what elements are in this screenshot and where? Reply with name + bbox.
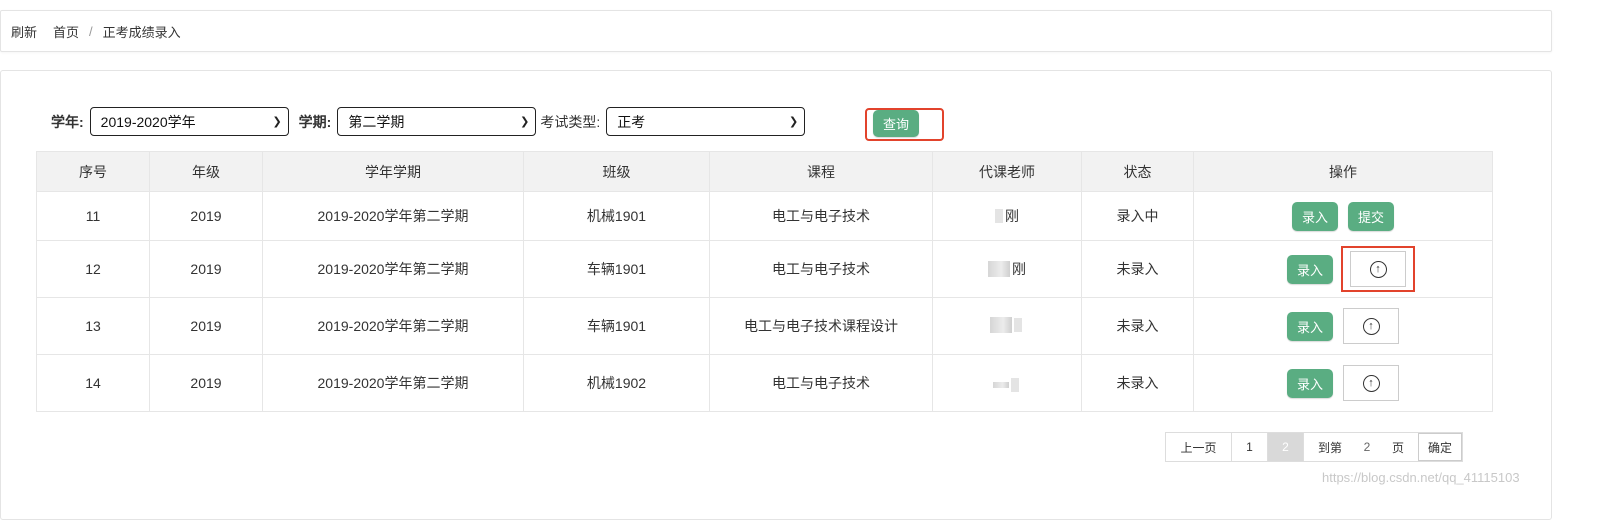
term-label: 学期: xyxy=(298,113,332,130)
term-select[interactable]: 第二学期 ❯ xyxy=(337,107,537,136)
cell-status: 未录入 xyxy=(1081,297,1194,355)
cell-actions: 录入 ↑ xyxy=(1193,240,1493,298)
upload-button[interactable]: ↑ xyxy=(1343,365,1399,401)
year-label: 学年: xyxy=(51,113,84,130)
chevron-down-icon: ❯ xyxy=(520,116,530,128)
upload-button[interactable]: ↑ xyxy=(1343,308,1399,344)
column-header: 课程 xyxy=(709,151,933,192)
breadcrumb-home[interactable]: 首页 xyxy=(53,22,79,41)
goto-page-input[interactable]: 2 xyxy=(1356,433,1378,461)
column-header: 班级 xyxy=(523,151,710,192)
cell-teacher: 刚 xyxy=(932,240,1082,298)
cell-no: 14 xyxy=(36,354,150,412)
column-header: 状态 xyxy=(1081,151,1194,192)
score-table: 序号 年级 学年学期 班级 课程 代课老师 状态 操作 11 2019 2019… xyxy=(36,151,1493,412)
teacher-name: 刚 xyxy=(1005,208,1019,224)
chevron-down-icon: ❯ xyxy=(272,116,282,128)
upload-arrow-icon: ↑ xyxy=(1362,374,1380,392)
teacher-name: 刚 xyxy=(1012,260,1026,277)
cell-actions: 录入 ↑ xyxy=(1193,354,1493,412)
cell-class: 车辆1901 xyxy=(523,297,710,355)
exam-type-select[interactable]: 正考 ❯ xyxy=(606,107,806,136)
redacted-mark xyxy=(988,260,1010,277)
cell-grade: 2019 xyxy=(149,240,263,298)
cell-term: 2019-2020学年第二学期 xyxy=(262,191,524,241)
cell-actions: 录入 提交 xyxy=(1193,191,1493,241)
main-panel: 学年: 2019-2020学年 ❯ 学期: 第二学期 ❯ 考试类型: 正考 ❯ … xyxy=(0,70,1552,520)
cell-grade: 2019 xyxy=(149,354,263,412)
redacted-mark xyxy=(1011,377,1019,392)
cell-term: 2019-2020学年第二学期 xyxy=(262,240,524,298)
cell-teacher: 刚 xyxy=(932,191,1082,241)
confirm-button[interactable]: 确定 xyxy=(1418,433,1462,461)
table-row: 14 2019 2019-2020学年第二学期 机械1902 电工与电子技术 未… xyxy=(36,354,1493,412)
breadcrumb-separator: / xyxy=(89,23,93,39)
cell-course: 电工与电子技术课程设计 xyxy=(709,297,933,355)
column-header: 学年学期 xyxy=(262,151,524,192)
upload-button[interactable]: ↑ xyxy=(1341,246,1415,292)
query-highlight: 查询 xyxy=(865,108,944,141)
prev-page-button[interactable]: 上一页 xyxy=(1166,433,1232,461)
cell-term: 2019-2020学年第二学期 xyxy=(262,297,524,355)
redacted-mark xyxy=(990,316,1012,333)
cell-status: 未录入 xyxy=(1081,240,1194,298)
page-1-button[interactable]: 1 xyxy=(1232,433,1268,461)
cell-grade: 2019 xyxy=(149,191,263,241)
cell-teacher xyxy=(932,297,1082,355)
column-header: 序号 xyxy=(36,151,150,192)
goto-label: 到第 xyxy=(1317,440,1342,455)
cell-class: 车辆1901 xyxy=(523,240,710,298)
redacted-mark xyxy=(995,209,1003,223)
table-header-row: 序号 年级 学年学期 班级 课程 代课老师 状态 操作 xyxy=(36,151,1493,192)
cell-status: 录入中 xyxy=(1081,191,1194,241)
table-row: 13 2019 2019-2020学年第二学期 车辆1901 电工与电子技术课程… xyxy=(36,297,1493,355)
cell-class: 机械1902 xyxy=(523,354,710,412)
cell-course: 电工与电子技术 xyxy=(709,191,933,241)
enter-button[interactable]: 录入 xyxy=(1287,254,1333,284)
table-row: 12 2019 2019-2020学年第二学期 车辆1901 电工与电子技术 刚… xyxy=(36,240,1493,298)
exam-type-select-value: 正考 xyxy=(617,113,646,130)
redacted-mark xyxy=(993,381,1009,388)
term-select-value: 第二学期 xyxy=(348,113,405,130)
breadcrumb-bar: 刷新 首页 / 正考成绩录入 xyxy=(0,10,1552,52)
cell-course: 电工与电子技术 xyxy=(709,240,933,298)
table-row: 11 2019 2019-2020学年第二学期 机械1901 电工与电子技术 刚… xyxy=(36,191,1493,241)
cell-no: 11 xyxy=(36,191,150,241)
upload-arrow-icon: ↑ xyxy=(1369,260,1387,278)
cell-course: 电工与电子技术 xyxy=(709,354,933,412)
pagination: 上一页 1 2 到第 2 页 确定 xyxy=(1165,432,1463,462)
column-header: 代课老师 xyxy=(932,151,1082,192)
page-word-label: 页 xyxy=(1391,440,1404,455)
enter-button[interactable]: 录入 xyxy=(1287,368,1333,398)
column-header: 年级 xyxy=(149,151,263,192)
chevron-down-icon: ❯ xyxy=(789,116,799,128)
filter-row: 学年: 2019-2020学年 ❯ 学期: 第二学期 ❯ 考试类型: 正考 ❯ xyxy=(51,107,815,136)
exam-type-label: 考试类型: xyxy=(540,113,601,130)
redacted-mark xyxy=(1014,317,1022,332)
page-2-button[interactable]: 2 xyxy=(1268,433,1304,461)
upload-arrow-icon: ↑ xyxy=(1362,317,1380,335)
cell-actions: 录入 ↑ xyxy=(1193,297,1493,355)
watermark: https://blog.csdn.net/qq_41115103 xyxy=(1322,470,1520,485)
year-select[interactable]: 2019-2020学年 ❯ xyxy=(89,107,289,136)
query-button[interactable]: 查询 xyxy=(873,110,919,137)
cell-no: 12 xyxy=(36,240,150,298)
year-select-value: 2019-2020学年 xyxy=(100,113,196,130)
breadcrumb-current: 正考成绩录入 xyxy=(102,24,181,40)
cell-term: 2019-2020学年第二学期 xyxy=(262,354,524,412)
cell-class: 机械1901 xyxy=(523,191,710,241)
column-header: 操作 xyxy=(1193,151,1493,192)
refresh-link[interactable]: 刷新 xyxy=(11,22,37,41)
cell-no: 13 xyxy=(36,297,150,355)
cell-status: 未录入 xyxy=(1081,354,1194,412)
enter-button[interactable]: 录入 xyxy=(1287,311,1333,341)
cell-grade: 2019 xyxy=(149,297,263,355)
enter-button[interactable]: 录入 xyxy=(1292,201,1338,231)
cell-teacher xyxy=(932,354,1082,412)
submit-button[interactable]: 提交 xyxy=(1348,201,1394,231)
